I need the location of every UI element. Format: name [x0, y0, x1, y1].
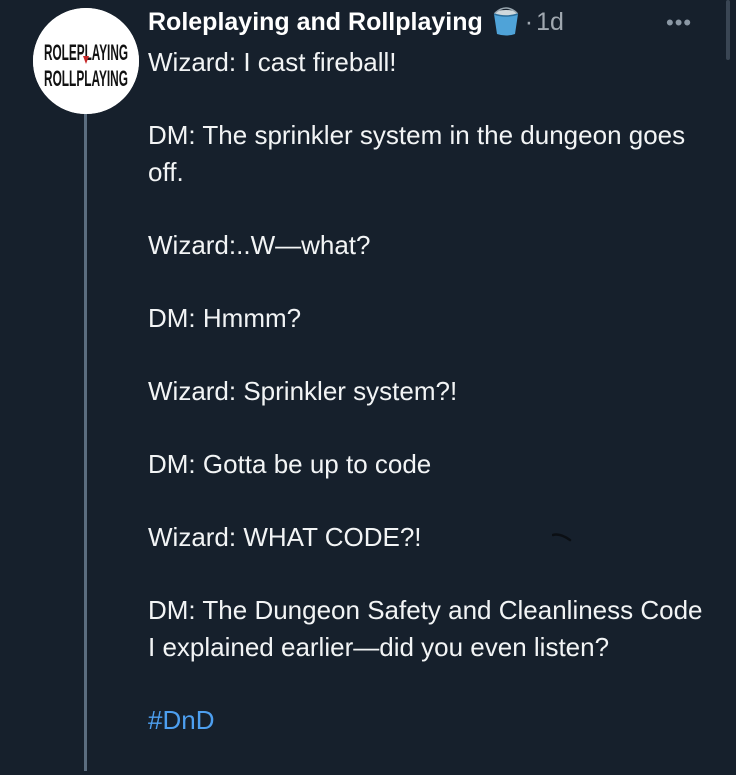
author-name[interactable]: Roleplaying and Rollplaying	[148, 8, 483, 37]
bucket-icon	[493, 7, 519, 36]
separator-dot: ·	[524, 7, 534, 36]
post-line: DM: Gotta be up to code	[148, 449, 432, 479]
post-line: DM: The Dungeon Safety and Cleanliness C…	[148, 595, 703, 662]
avatar-logo: ROLEPLAYING ROLLPLAYING	[33, 8, 139, 114]
post-header: Roleplaying and Rollplaying · 1d	[148, 6, 564, 38]
more-options-icon[interactable]: •••	[666, 10, 692, 36]
avatar[interactable]: ROLEPLAYING ROLLPLAYING	[33, 8, 139, 114]
post-body: Wizard: I cast fireball! DM: The sprinkl…	[148, 44, 708, 775]
timestamp[interactable]: 1d	[536, 8, 564, 37]
post-line: Wizard: Sprinkler system?!	[148, 376, 458, 406]
scrollbar[interactable]	[726, 0, 730, 60]
post-line: DM: The sprinkler system in the dungeon …	[148, 120, 686, 187]
thread-line	[84, 114, 87, 771]
post-line: Wizard:..W—what?	[148, 230, 371, 260]
post-line: DM: Hmmm?	[148, 303, 302, 333]
stray-mark	[552, 533, 572, 542]
post-line: Wizard: I cast fireball!	[148, 47, 397, 77]
post-line: Wizard: WHAT CODE?!	[148, 522, 422, 552]
avatar-text-bottom: ROLLPLAYING	[44, 66, 128, 91]
hashtag-link[interactable]: #DnD	[148, 702, 708, 739]
